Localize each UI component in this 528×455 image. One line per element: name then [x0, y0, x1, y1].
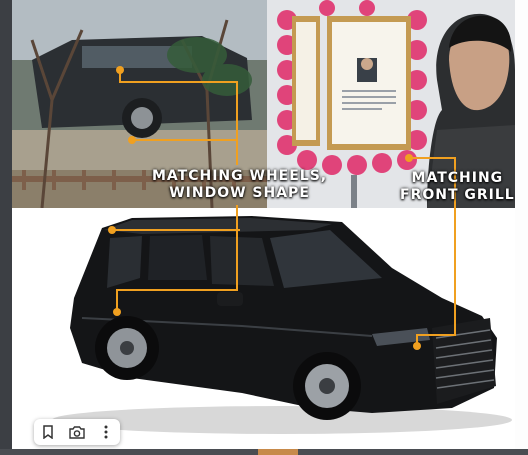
bottom-strip — [0, 449, 528, 455]
right-edge — [515, 0, 528, 455]
bottom-accent — [258, 449, 298, 455]
more-options-button[interactable] — [95, 421, 117, 443]
caption-grill-line2: FRONT GRILL — [400, 187, 515, 203]
caption-wheels-window: MATCHING WHEELS, WINDOW SHAPE — [152, 168, 327, 202]
bookmark-icon — [43, 425, 54, 439]
image-toolbar — [34, 419, 120, 445]
image-viewer: MATCHING WHEELS, WINDOW SHAPE MATCHING F… — [12, 0, 515, 449]
more-vertical-icon — [104, 425, 108, 439]
left-edge — [0, 0, 12, 455]
caption-front-grill: MATCHING FRONT GRILL — [400, 170, 515, 204]
caption-wheels-line1: MATCHING WHEELS, — [152, 168, 328, 184]
caption-grill-line1: MATCHING — [411, 170, 504, 186]
screenshot-button[interactable] — [66, 421, 88, 443]
camera-icon — [69, 426, 85, 439]
bookmark-button[interactable] — [37, 421, 59, 443]
car-render — [12, 208, 515, 449]
caption-wheels-line2: WINDOW SHAPE — [169, 185, 310, 201]
